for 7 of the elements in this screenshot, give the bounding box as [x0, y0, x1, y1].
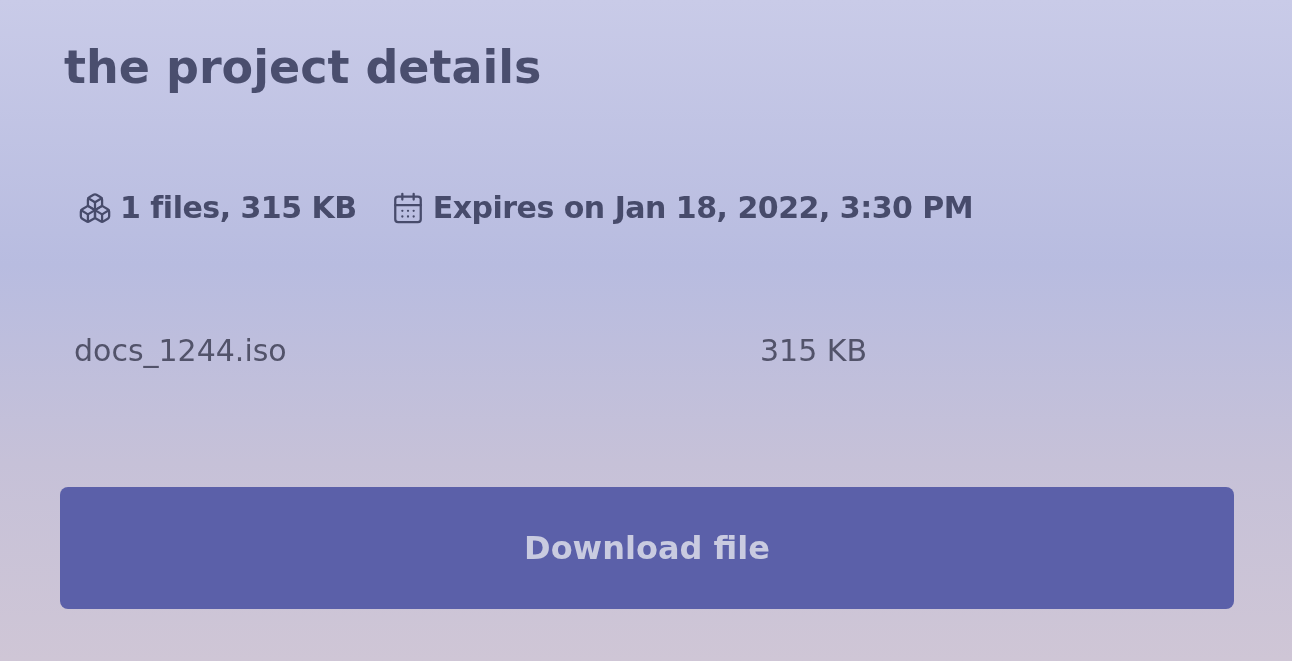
- meta-text: 1 files, 315 KB: [120, 190, 357, 225]
- download-button[interactable]: Download file: [60, 487, 1234, 609]
- boxes-icon: [78, 190, 112, 225]
- project-title: the project details: [64, 40, 543, 94]
- file-name: docs_1244.iso: [74, 333, 288, 368]
- meta-text: Expires on Jan 18, 2022, 3:30 PM: [432, 190, 974, 225]
- file-size: 315 KB: [760, 333, 868, 368]
